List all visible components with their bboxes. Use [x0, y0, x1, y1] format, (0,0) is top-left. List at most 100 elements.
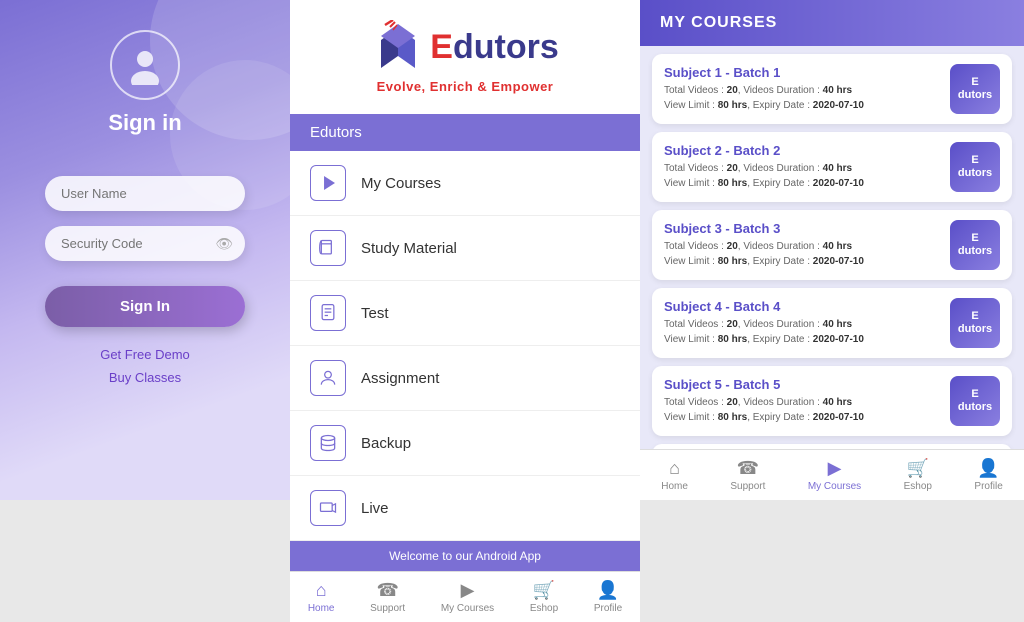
- course-card-4[interactable]: Subject 4 - Batch 4 Total Videos : 20, V…: [652, 288, 1012, 358]
- total-videos-val-2: 20: [727, 163, 738, 174]
- duration-val-4: 40 hrs: [823, 319, 852, 330]
- course-logo-4: Edutors: [950, 298, 1000, 348]
- signin-panel: Sign in 👁 Sign In Get Free Demo Buy Clas…: [0, 0, 290, 500]
- backup-icon: [310, 425, 346, 461]
- menu-section-header: Edutors: [290, 114, 640, 151]
- courses-nav-eshop[interactable]: 🛒 Eshop: [896, 456, 940, 494]
- free-demo-link[interactable]: Get Free Demo: [100, 347, 190, 362]
- view-limit-val-3: 80 hrs: [718, 256, 747, 267]
- assignment-icon: [310, 360, 346, 396]
- logo-area: Edutors Evolve, Enrich & Empower: [290, 0, 640, 114]
- menu-list: My Courses Study Material Test Assignmen…: [290, 151, 640, 541]
- course-card-5[interactable]: Subject 5 - Batch 5 Total Videos : 20, V…: [652, 366, 1012, 436]
- courses-nav-my-courses-label: My Courses: [808, 481, 861, 492]
- logo-container: Edutors: [371, 20, 558, 75]
- right-panel: MY COURSES Subject 1 - Batch 1 Total Vid…: [640, 0, 1024, 500]
- nav-eshop[interactable]: 🛒 Eshop: [522, 578, 566, 616]
- signin-title: Sign in: [108, 110, 181, 136]
- view-limit-val-2: 80 hrs: [718, 178, 747, 189]
- course-title-2: Subject 2 - Batch 2: [664, 143, 940, 158]
- nav-profile[interactable]: 👤 Profile: [586, 578, 630, 616]
- live-icon: [310, 490, 346, 526]
- bottom-nav-bar: ⌂ Home ☎ Support ▶ My Courses 🛒 Eshop 👤 …: [290, 571, 640, 622]
- courses-eshop-icon: 🛒: [907, 458, 929, 479]
- nav-my-courses[interactable]: ▶ My Courses: [433, 578, 502, 616]
- expiry-val-3: 2020-07-10: [813, 256, 864, 267]
- test-icon: [310, 295, 346, 331]
- signin-button[interactable]: Sign In: [45, 286, 245, 327]
- logo-rest: dutors: [453, 28, 559, 67]
- view-limit-val-5: 80 hrs: [718, 412, 747, 423]
- view-limit-val-4: 80 hrs: [718, 334, 747, 345]
- courses-nav-home-label: Home: [661, 481, 688, 492]
- duration-val-1: 40 hrs: [823, 85, 852, 96]
- course-info-3: Subject 3 - Batch 3 Total Videos : 20, V…: [664, 221, 940, 269]
- expiry-val-2: 2020-07-10: [813, 178, 864, 189]
- menu-item-study-material[interactable]: Study Material: [290, 216, 640, 281]
- course-card-2[interactable]: Subject 2 - Batch 2 Total Videos : 20, V…: [652, 132, 1012, 202]
- menu-label-my-courses: My Courses: [361, 175, 441, 192]
- support-nav-icon: ☎: [376, 580, 398, 601]
- courses-nav-my-courses[interactable]: ▶ My Courses: [800, 456, 869, 494]
- course-detail-3: Total Videos : 20, Videos Duration : 40 …: [664, 239, 940, 269]
- view-limit-val-1: 80 hrs: [718, 100, 747, 111]
- nav-home-label: Home: [308, 603, 335, 614]
- duration-val-5: 40 hrs: [823, 397, 852, 408]
- menu-label-backup: Backup: [361, 435, 411, 452]
- courses-nav-bar: ⌂ Home ☎ Support ▶ My Courses 🛒 Eshop 👤 …: [640, 449, 1024, 500]
- duration-val-3: 40 hrs: [823, 241, 852, 252]
- my-courses-icon: [310, 165, 346, 201]
- course-detail-5: Total Videos : 20, Videos Duration : 40 …: [664, 395, 940, 425]
- courses-nav-profile-label: Profile: [974, 481, 1002, 492]
- home-nav-icon: ⌂: [316, 580, 327, 601]
- menu-item-live[interactable]: Live: [290, 476, 640, 541]
- eshop-nav-icon: 🛒: [533, 580, 555, 601]
- menu-item-assignment[interactable]: Assignment: [290, 346, 640, 411]
- study-material-icon: [310, 230, 346, 266]
- logo-subtitle: Evolve, Enrich & Empower: [377, 79, 554, 94]
- total-videos-val-5: 20: [727, 397, 738, 408]
- buy-classes-link[interactable]: Buy Classes: [109, 370, 181, 385]
- logo-e: E: [430, 28, 453, 67]
- courses-support-icon: ☎: [737, 458, 759, 479]
- nav-profile-label: Profile: [594, 603, 622, 614]
- courses-nav-home[interactable]: ⌂ Home: [653, 456, 696, 494]
- course-info-2: Subject 2 - Batch 2 Total Videos : 20, V…: [664, 143, 940, 191]
- courses-nav-support-label: Support: [730, 481, 765, 492]
- expiry-val-1: 2020-07-10: [813, 100, 864, 111]
- course-card-1[interactable]: Subject 1 - Batch 1 Total Videos : 20, V…: [652, 54, 1012, 124]
- avatar: [110, 30, 180, 100]
- profile-nav-icon: 👤: [597, 580, 619, 601]
- total-videos-label-1: Total Videos :: [664, 85, 727, 96]
- expiry-val-5: 2020-07-10: [813, 412, 864, 423]
- menu-item-my-courses[interactable]: My Courses: [290, 151, 640, 216]
- middle-panel: Edutors Evolve, Enrich & Empower Edutors…: [290, 0, 640, 500]
- total-videos-val-4: 20: [727, 319, 738, 330]
- bottom-message: Welcome to our Android App: [290, 541, 640, 571]
- course-logo-2: Edutors: [950, 142, 1000, 192]
- nav-home[interactable]: ⌂ Home: [300, 578, 343, 616]
- menu-label-assignment: Assignment: [361, 370, 439, 387]
- nav-my-courses-label: My Courses: [441, 603, 494, 614]
- course-title-3: Subject 3 - Batch 3: [664, 221, 940, 236]
- menu-label-live: Live: [361, 500, 389, 517]
- course-logo-5: Edutors: [950, 376, 1000, 426]
- my-courses-nav-icon: ▶: [461, 580, 475, 601]
- courses-nav-profile[interactable]: 👤 Profile: [966, 456, 1010, 494]
- username-input[interactable]: [45, 176, 245, 211]
- courses-nav-support[interactable]: ☎ Support: [722, 456, 773, 494]
- course-info-5: Subject 5 - Batch 5 Total Videos : 20, V…: [664, 377, 940, 425]
- menu-item-test[interactable]: Test: [290, 281, 640, 346]
- expiry-val-4: 2020-07-10: [813, 334, 864, 345]
- nav-support-label: Support: [370, 603, 405, 614]
- course-logo-3: Edutors: [950, 220, 1000, 270]
- menu-label-test: Test: [361, 305, 389, 322]
- courses-nav-eshop-label: Eshop: [904, 481, 932, 492]
- course-card-3[interactable]: Subject 3 - Batch 3 Total Videos : 20, V…: [652, 210, 1012, 280]
- courses-home-icon: ⌂: [669, 458, 680, 479]
- security-wrapper: 👁: [45, 226, 245, 261]
- nav-support[interactable]: ☎ Support: [362, 578, 413, 616]
- total-videos-val-1: 20: [727, 85, 738, 96]
- menu-item-backup[interactable]: Backup: [290, 411, 640, 476]
- course-title-1: Subject 1 - Batch 1: [664, 65, 940, 80]
